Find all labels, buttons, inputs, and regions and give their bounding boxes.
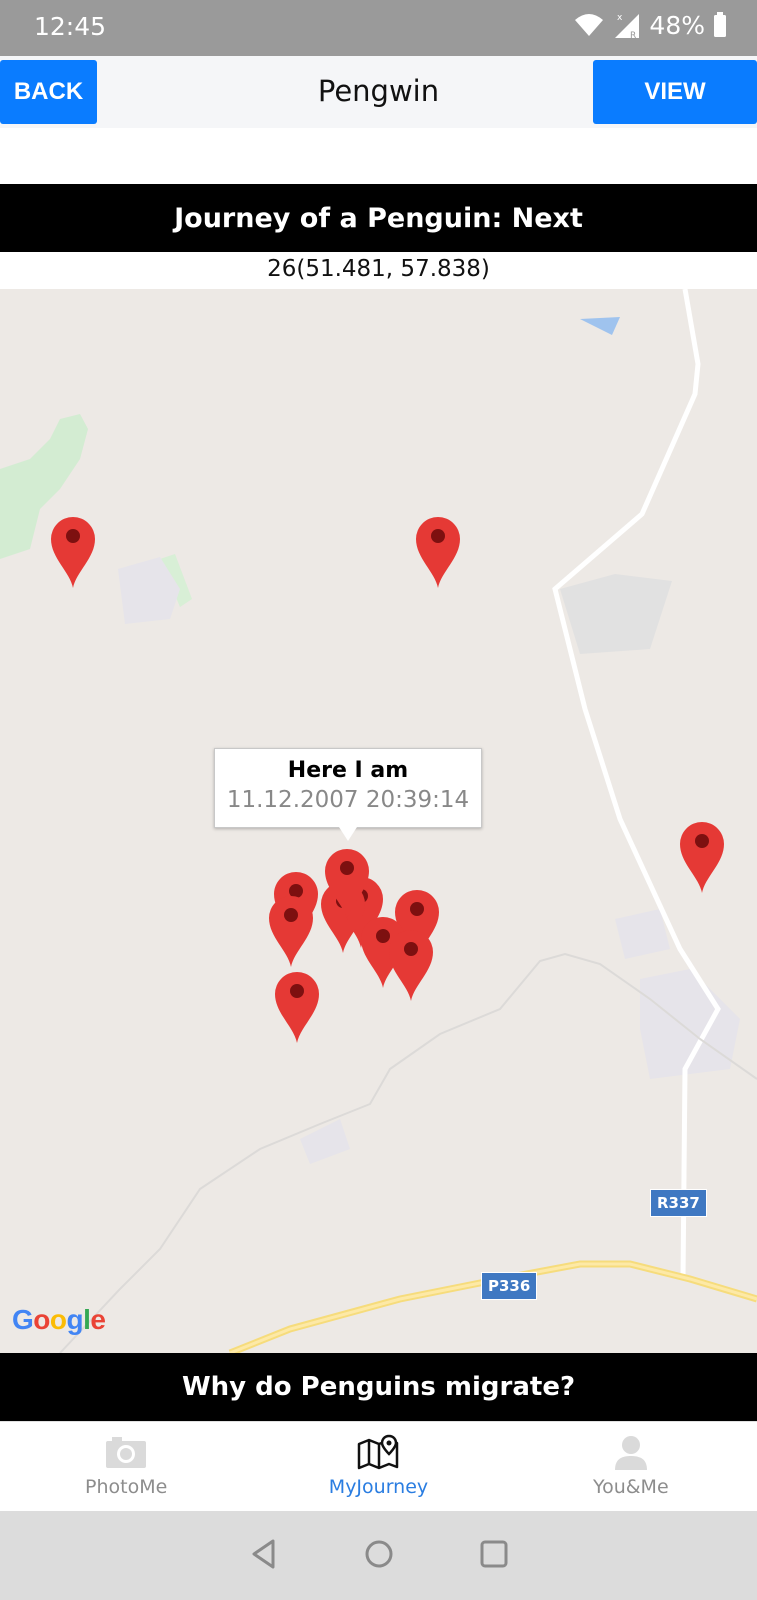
map-icon bbox=[358, 1434, 399, 1470]
camera-icon bbox=[106, 1437, 147, 1468]
battery-percent: 48% bbox=[649, 10, 705, 40]
status-bar: 12:45 x R 48% bbox=[0, 0, 757, 56]
map-marker[interactable] bbox=[386, 927, 436, 1003]
view-button[interactable]: VIEW bbox=[593, 60, 757, 124]
map-marker[interactable] bbox=[272, 969, 322, 1045]
person-icon bbox=[614, 1436, 647, 1470]
tab-label: PhotoMe bbox=[85, 1476, 168, 1498]
google-logo: Google bbox=[12, 1304, 106, 1335]
nav-recents-icon[interactable] bbox=[479, 1539, 509, 1573]
svg-text:R: R bbox=[630, 31, 636, 40]
map-marker[interactable] bbox=[677, 819, 727, 895]
road-label-r337: R337 bbox=[650, 1189, 707, 1217]
page-title: Pengwin bbox=[317, 74, 440, 108]
marker-info-window[interactable]: Here I am 11.12.2007 20:39:14 bbox=[214, 748, 482, 841]
map-view[interactable]: Here I am 11.12.2007 20:39:14 R337 P336 … bbox=[0, 289, 757, 1353]
map-marker[interactable] bbox=[266, 893, 316, 969]
back-button[interactable]: BACK bbox=[0, 60, 97, 124]
nav-back-icon[interactable] bbox=[249, 1538, 279, 1574]
nav-home-icon[interactable] bbox=[363, 1538, 395, 1574]
info-window-timestamp: 11.12.2007 20:39:14 bbox=[226, 787, 470, 813]
migrate-link[interactable]: Why do Penguins migrate? bbox=[0, 1353, 757, 1421]
signal-icon: x R bbox=[615, 13, 640, 40]
road-label-p336: P336 bbox=[481, 1272, 538, 1300]
journey-banner: Journey of a Penguin: Next bbox=[0, 184, 757, 252]
map-marker-selected[interactable] bbox=[322, 846, 372, 922]
info-window-title: Here I am bbox=[287, 758, 409, 783]
tab-youandme[interactable]: You&Me bbox=[505, 1422, 757, 1512]
tab-myjourney[interactable]: MyJourney bbox=[252, 1422, 504, 1512]
coordinates-readout: 26(51.481, 57.838) bbox=[267, 256, 490, 282]
status-time: 12:45 bbox=[34, 12, 107, 41]
tab-label: You&Me bbox=[592, 1476, 669, 1498]
wifi-icon bbox=[575, 14, 604, 36]
map-marker[interactable] bbox=[48, 514, 98, 590]
battery-icon bbox=[714, 12, 726, 37]
tab-bar: PhotoMe MyJourney You&Me bbox=[0, 1421, 757, 1512]
tab-photome[interactable]: PhotoMe bbox=[0, 1422, 252, 1512]
map-marker[interactable] bbox=[413, 514, 463, 590]
svg-text:x: x bbox=[617, 13, 623, 23]
tab-label: MyJourney bbox=[328, 1476, 429, 1498]
system-nav-bar bbox=[0, 1511, 757, 1600]
status-icons: x R 48% bbox=[573, 10, 727, 40]
header: BACK Pengwin VIEW bbox=[0, 56, 757, 128]
